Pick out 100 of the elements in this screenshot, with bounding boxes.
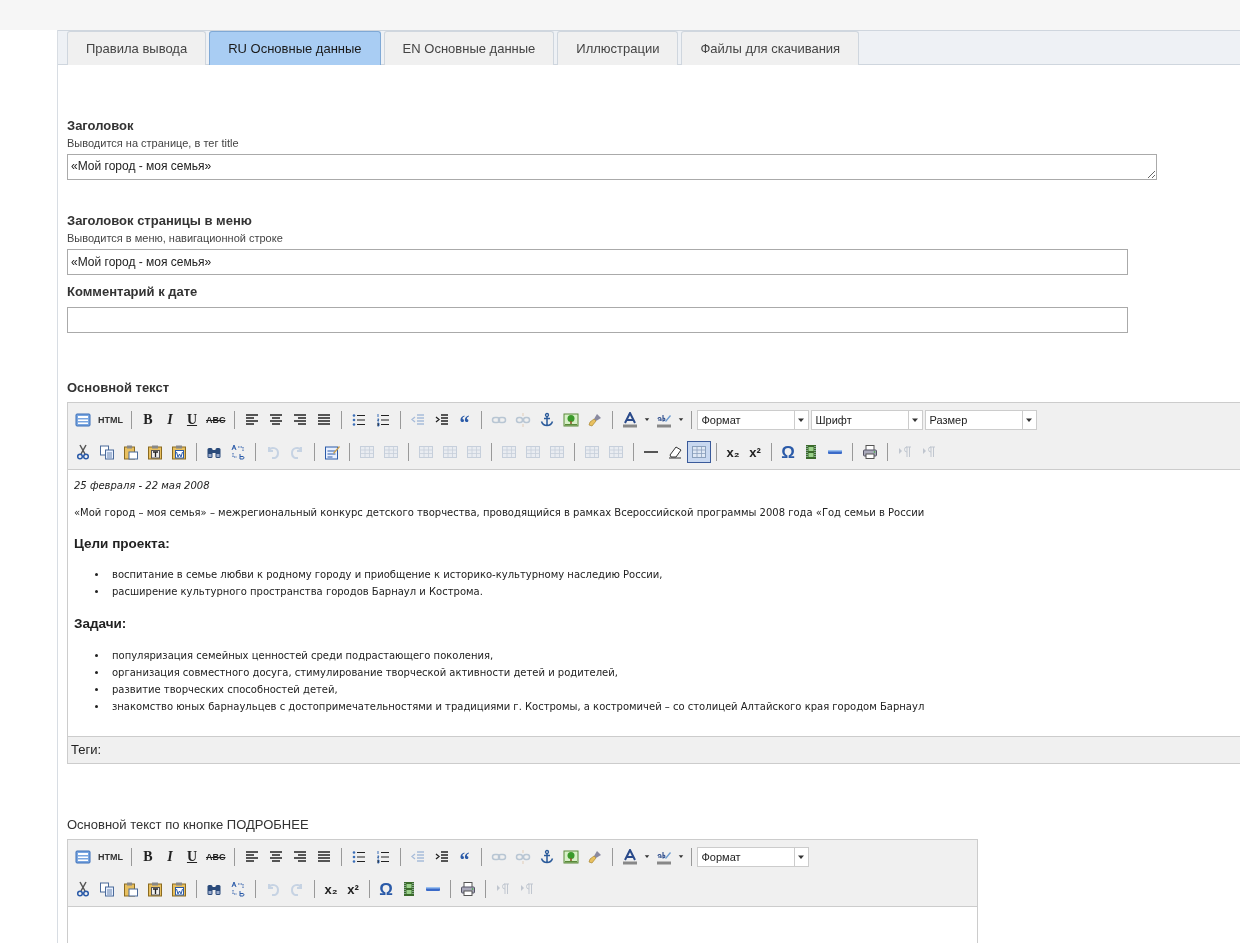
highlight-color-icon[interactable] [655,412,672,428]
printer-icon[interactable] [460,881,476,897]
scissors-icon[interactable] [75,881,91,897]
toolbar-button[interactable]: “ [453,846,476,868]
indent-icon[interactable] [433,849,450,865]
eraser-icon[interactable] [667,444,683,460]
toolbar-button[interactable]: HTML [95,846,126,868]
text-color-icon[interactable] [621,849,638,865]
heading: Цели проекта: [74,535,171,553]
toolbar-button[interactable]: x₂ [722,441,744,463]
input-field[interactable]: «Мой город - моя семья» [67,249,1128,275]
field-label: Заголовок [67,117,135,135]
editor-label: Основной текст по кнопке ПОДРОБНЕЕ [67,816,310,834]
input-field[interactable] [67,307,1128,333]
list-item: организация совместного досуга, стимулирование творческой активности детей и родителей, [112,665,618,680]
replace-icon[interactable] [230,881,246,897]
text-area[interactable]: «Мой город - моя семья» [67,154,1157,180]
text-color-icon[interactable] [621,412,638,428]
paste-icon[interactable] [123,444,139,460]
toolbar-button[interactable]: x² [342,878,364,900]
copy-icon[interactable] [99,444,115,460]
numbered-list-icon[interactable] [374,849,391,865]
tree-picture-icon[interactable] [562,412,579,428]
align-justify-icon[interactable] [315,412,332,428]
bullet-icon [95,670,98,674]
tab[interactable]: Иллюстрации [557,31,679,65]
highlight-color-icon[interactable] [655,849,672,865]
toolbar-button[interactable]: Ω [375,878,397,900]
bullet-icon [95,590,98,594]
replace-icon[interactable] [230,444,246,460]
toolbar-button[interactable]: “ [453,409,476,431]
align-left-icon[interactable] [243,412,260,428]
toolbar-button[interactable]: x² [744,441,766,463]
scissors-icon[interactable] [75,444,91,460]
brush-icon[interactable] [586,412,603,428]
list-item: популяризация семейных ценностей среди подрастающего поколения, [112,648,494,663]
caret-icon [911,416,919,424]
toolbar-button[interactable]: x₂ [320,878,342,900]
bullet-icon [95,653,98,657]
indent-icon[interactable] [433,412,450,428]
source-icon[interactable] [75,849,91,865]
dropdown[interactable]: Формат [696,847,809,867]
tags-label: Теги: [71,741,102,760]
align-right-icon[interactable] [291,412,308,428]
caret-icon [797,853,805,861]
anchor-icon[interactable] [538,412,555,428]
field-hint: Выводится на странице, в тег title [67,136,240,151]
copy-icon[interactable] [99,881,115,897]
numbered-list-icon[interactable] [374,412,391,428]
paste-icon[interactable] [123,881,139,897]
dropdown[interactable]: Формат [696,410,809,430]
paragraph: «Мой город – моя семья» – межрегиональный конкурс детского творчества, проводящийся в рамках Всероссийской программы 2008 года «Год семьи в России [74,506,926,520]
align-center-icon[interactable] [267,849,284,865]
toolbar-button[interactable]: B [137,846,159,868]
tab[interactable]: RU Основные данные [209,31,381,65]
bulleted-list-icon[interactable] [350,412,367,428]
toolbar-button[interactable]: B [137,409,159,431]
toolbar-button[interactable]: ABC [203,409,229,431]
bulleted-list-icon[interactable] [350,849,367,865]
film-icon[interactable] [401,881,417,897]
paste-word-icon[interactable] [171,881,187,897]
tab[interactable]: EN Основные данные [383,31,555,65]
toolbar-button[interactable]: U [181,846,203,868]
anchor-icon[interactable] [538,849,555,865]
dropdown[interactable]: Размер [924,410,1037,430]
toolbar-button[interactable]: HTML [95,409,126,431]
list-item: знакомство юных барнаульцев с достопримечательностями и традициями г. Костромы, а костромичей – со столицей Алтайского края городом Барнаул [112,699,925,714]
field-label: Комментарий к дате [67,283,199,301]
align-center-icon[interactable] [267,412,284,428]
film-icon[interactable] [803,444,819,460]
bullet-icon [95,687,98,691]
tab[interactable]: Файлы для скачивания [681,31,860,65]
brush-icon[interactable] [586,849,603,865]
field-hint: Выводится в меню, навигационной строке [67,231,284,246]
printer-icon[interactable] [862,444,878,460]
toolbar-button[interactable]: U [181,409,203,431]
bullet-icon [95,573,98,577]
toolbar-button[interactable]: I [159,409,181,431]
align-justify-icon[interactable] [315,849,332,865]
dropdown[interactable]: Шрифт [810,410,923,430]
source-icon[interactable] [75,412,91,428]
list-item: развитие творческих способностей детей, [112,682,338,697]
caret-icon [797,416,805,424]
align-left-icon[interactable] [243,849,260,865]
list-item: воспитание в семье любви к родному городу и приобщение к историко-культурному наследию России, [112,568,663,583]
heading: Задачи: [74,615,128,634]
tree-picture-icon[interactable] [562,849,579,865]
paste-text-icon[interactable] [147,881,163,897]
tab[interactable]: Правила вывода [67,31,207,65]
toolbar-button[interactable]: I [159,846,181,868]
toolbar-button[interactable]: Ω [777,441,799,463]
toolbar-button[interactable]: ABC [203,846,229,868]
list-item: расширение культурного пространства городов Барнаул и Кострома. [112,585,483,600]
date-text: 25 февраля - 22 мая 2008 [74,479,211,493]
caret-icon [1025,416,1033,424]
field-label: Заголовок страницы в меню [67,212,253,230]
align-right-icon[interactable] [291,849,308,865]
paste-text-icon[interactable] [147,444,163,460]
edit-form-icon[interactable] [324,444,340,460]
paste-word-icon[interactable] [171,444,187,460]
